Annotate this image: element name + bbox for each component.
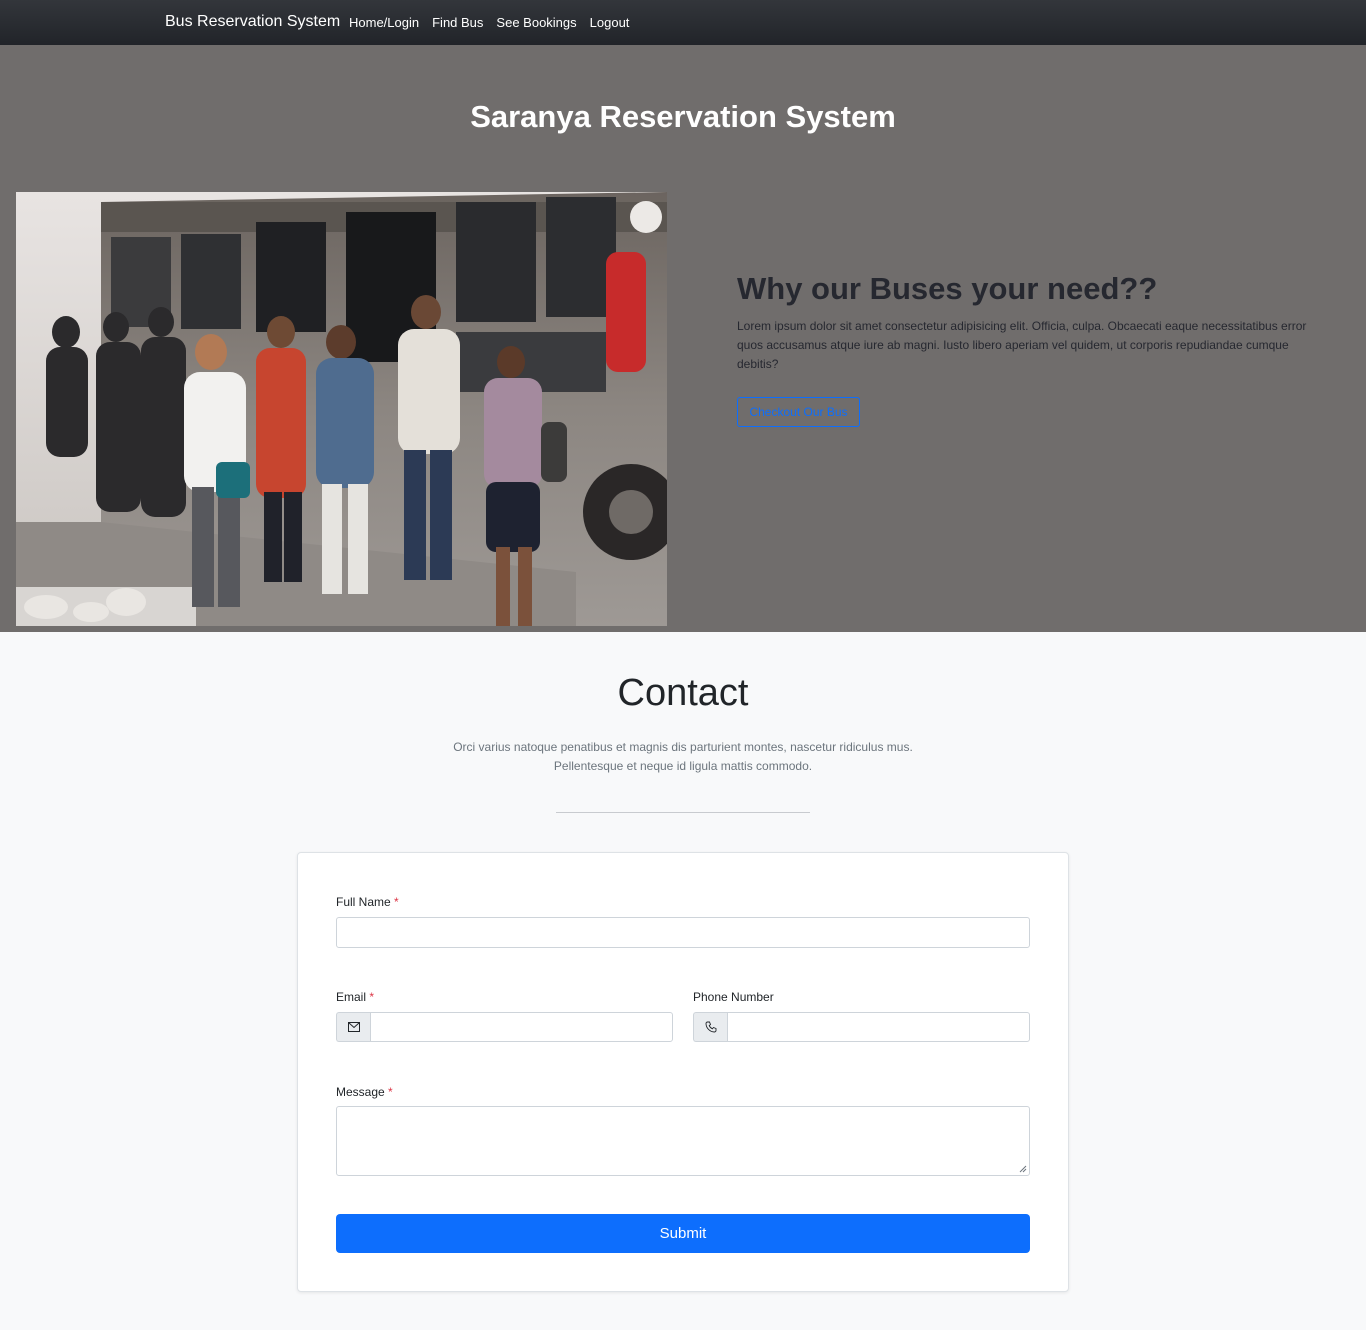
- full-name-label-text: Full Name: [336, 895, 391, 909]
- contact-subtitle-line-1: Orci varius natoque penatibus et magnis …: [453, 740, 913, 754]
- contact-divider: [556, 812, 810, 813]
- phone-input-group: [693, 1012, 1030, 1042]
- nav-link-see-bookings[interactable]: See Bookings: [496, 15, 576, 30]
- contact-form: Full Name * Email * Phone Number Message…: [297, 852, 1069, 1292]
- email-input[interactable]: [370, 1012, 673, 1042]
- phone-addon: [693, 1012, 727, 1042]
- telephone-icon: [705, 1021, 716, 1033]
- email-addon: [336, 1012, 370, 1042]
- required-mark: *: [394, 895, 399, 909]
- contact-subtitle: Orci varius natoque penatibus et magnis …: [420, 738, 946, 776]
- submit-button[interactable]: Submit: [336, 1214, 1030, 1253]
- email-label-text: Email: [336, 990, 367, 1004]
- nav-link-find-bus[interactable]: Find Bus: [432, 15, 483, 30]
- message-label-text: Message: [336, 1085, 385, 1099]
- nav-link-home-login[interactable]: Home/Login: [349, 15, 419, 30]
- why-text: Lorem ipsum dolor sit amet consectetur a…: [737, 319, 1307, 371]
- full-name-label: Full Name *: [336, 895, 399, 909]
- contact-subtitle-line-2: Pellentesque et neque id ligula mattis c…: [553, 759, 813, 773]
- nav-link-logout[interactable]: Logout: [590, 15, 630, 30]
- hero-title: Saranya Reservation System: [470, 99, 896, 134]
- required-mark: *: [388, 1085, 393, 1099]
- envelope-icon: [347, 1022, 360, 1032]
- checkout-bus-button[interactable]: Checkout Our Bus: [737, 397, 860, 427]
- phone-input[interactable]: [727, 1012, 1030, 1042]
- email-input-group: [336, 1012, 673, 1042]
- message-label: Message *: [336, 1085, 393, 1099]
- resize-handle-icon[interactable]: [1019, 1165, 1027, 1173]
- phone-label-text: Phone Number: [693, 990, 774, 1004]
- message-textarea[interactable]: [336, 1106, 1030, 1176]
- required-mark: *: [369, 990, 375, 1004]
- bus-crowd-illustration: [16, 192, 667, 626]
- brand-link[interactable]: Bus Reservation System: [165, 13, 340, 31]
- navbar: Bus Reservation System Home/Login Find B…: [0, 0, 1366, 45]
- full-name-input[interactable]: [336, 917, 1030, 948]
- email-label: Email *: [336, 990, 374, 1004]
- phone-label: Phone Number: [693, 990, 774, 1004]
- why-heading: Why our Buses your need??: [737, 271, 1158, 306]
- nav-links: Home/Login Find Bus See Bookings Logout: [349, 15, 629, 30]
- hero-photo: [16, 192, 667, 626]
- hero-section: Saranya Reservation System Why our Buses…: [0, 45, 1366, 632]
- contact-title: Contact: [617, 672, 749, 714]
